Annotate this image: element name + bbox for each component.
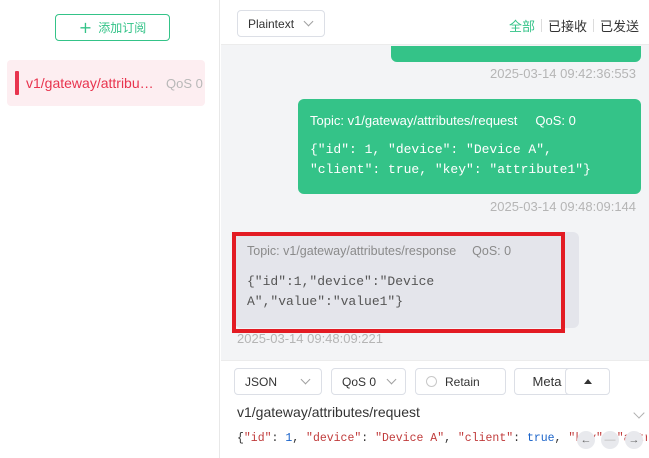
add-subscription-button[interactable]: + 添加订阅 bbox=[55, 14, 170, 41]
subscription-item[interactable]: v1/gateway/attributes/response QoS 0 bbox=[7, 60, 205, 106]
received-message-bubble: Topic: v1/gateway/attributes/response Qo… bbox=[235, 232, 579, 328]
publish-topic-input[interactable]: v1/gateway/attributes/request bbox=[237, 404, 420, 420]
retain-checkbox[interactable]: Retain bbox=[415, 368, 506, 395]
message-filter: 全部 已接收 已发送 bbox=[503, 16, 645, 35]
payload-token: : bbox=[513, 432, 527, 445]
retain-label: Retain bbox=[445, 374, 480, 389]
filter-received[interactable]: 已接收 bbox=[542, 16, 593, 35]
sent-message-bubble bbox=[391, 46, 641, 62]
payload-token: "id" bbox=[243, 432, 272, 445]
chevron-down-icon bbox=[300, 374, 311, 385]
message-timestamp: 2025-03-14 09:48:09:144 bbox=[490, 199, 637, 214]
sent-message-bubble: Topic: v1/gateway/attributes/request QoS… bbox=[298, 99, 641, 194]
payload-token: "client" bbox=[457, 432, 514, 445]
payload-format-select[interactable]: Plaintext bbox=[237, 10, 325, 37]
payload-token: "Device A" bbox=[375, 432, 445, 445]
chevron-down-icon bbox=[303, 16, 314, 27]
message-timestamp: 2025-03-14 09:42:36:553 bbox=[490, 66, 637, 81]
chevron-down-icon bbox=[386, 374, 397, 385]
message-toolbar: Plaintext 全部 已接收 已发送 bbox=[221, 0, 649, 45]
publish-qos-value: QoS 0 bbox=[342, 374, 377, 389]
subscription-color-bar bbox=[15, 71, 19, 95]
publish-composer: JSON QoS 0 Retain Meta v1/gateway/attrib… bbox=[221, 360, 649, 458]
meta-label: Meta bbox=[532, 374, 562, 389]
sidebar: + 添加订阅 v1/gateway/attributes/response Qo… bbox=[0, 0, 220, 458]
message-qos: QoS: 0 bbox=[472, 244, 512, 258]
radio-icon bbox=[426, 376, 437, 387]
arrow-right-icon[interactable]: → bbox=[625, 431, 643, 449]
minus-icon[interactable]: — bbox=[601, 431, 619, 449]
publish-format-value: JSON bbox=[245, 374, 278, 389]
caret-up-icon bbox=[583, 379, 592, 384]
chevron-down-icon[interactable] bbox=[633, 407, 645, 419]
add-subscription-label: 添加订阅 bbox=[98, 21, 147, 35]
message-payload-line: "client": true, "key": "attribute1"} bbox=[310, 162, 591, 177]
payload-token: { bbox=[237, 432, 244, 445]
message-timestamp: 2025-03-14 09:48:09:221 bbox=[237, 331, 384, 346]
message-topic: Topic: v1/gateway/attributes/request bbox=[310, 113, 518, 128]
filter-all[interactable]: 全部 bbox=[503, 16, 541, 35]
payload-token: : bbox=[361, 432, 376, 445]
message-topic: Topic: v1/gateway/attributes/response bbox=[247, 244, 457, 258]
message-payload-line: {"id":1,"device":"Device bbox=[247, 274, 435, 289]
payload-token: true bbox=[526, 432, 555, 445]
payload-token: : bbox=[271, 432, 286, 445]
message-panel: Plaintext 全部 已接收 已发送 2025-03-14 09:42:36… bbox=[221, 0, 649, 458]
payload-format-value: Plaintext bbox=[248, 16, 295, 31]
payload-token: , bbox=[292, 432, 307, 445]
payload-history-nav: ← — → bbox=[577, 431, 643, 449]
arrow-left-icon[interactable]: ← bbox=[577, 431, 595, 449]
message-list[interactable]: 2025-03-14 09:42:36:553 Topic: v1/gatewa… bbox=[221, 46, 649, 360]
subscription-qos: QoS 0 bbox=[166, 76, 203, 91]
plus-icon: + bbox=[78, 17, 93, 37]
message-payload-line: {"id": 1, "device": "Device A", bbox=[310, 142, 552, 157]
publish-format-select[interactable]: JSON bbox=[234, 368, 322, 395]
payload-token: , bbox=[554, 432, 569, 445]
payload-token: , bbox=[444, 432, 458, 445]
expand-up-button[interactable] bbox=[565, 368, 610, 395]
message-payload-line: A","value":"value1"} bbox=[247, 294, 404, 309]
payload-token: "device" bbox=[306, 432, 362, 445]
filter-sent[interactable]: 已发送 bbox=[594, 16, 645, 35]
publish-qos-select[interactable]: QoS 0 bbox=[331, 368, 406, 395]
message-qos: QoS: 0 bbox=[535, 113, 576, 128]
subscription-topic: v1/gateway/attributes/response bbox=[26, 75, 156, 91]
